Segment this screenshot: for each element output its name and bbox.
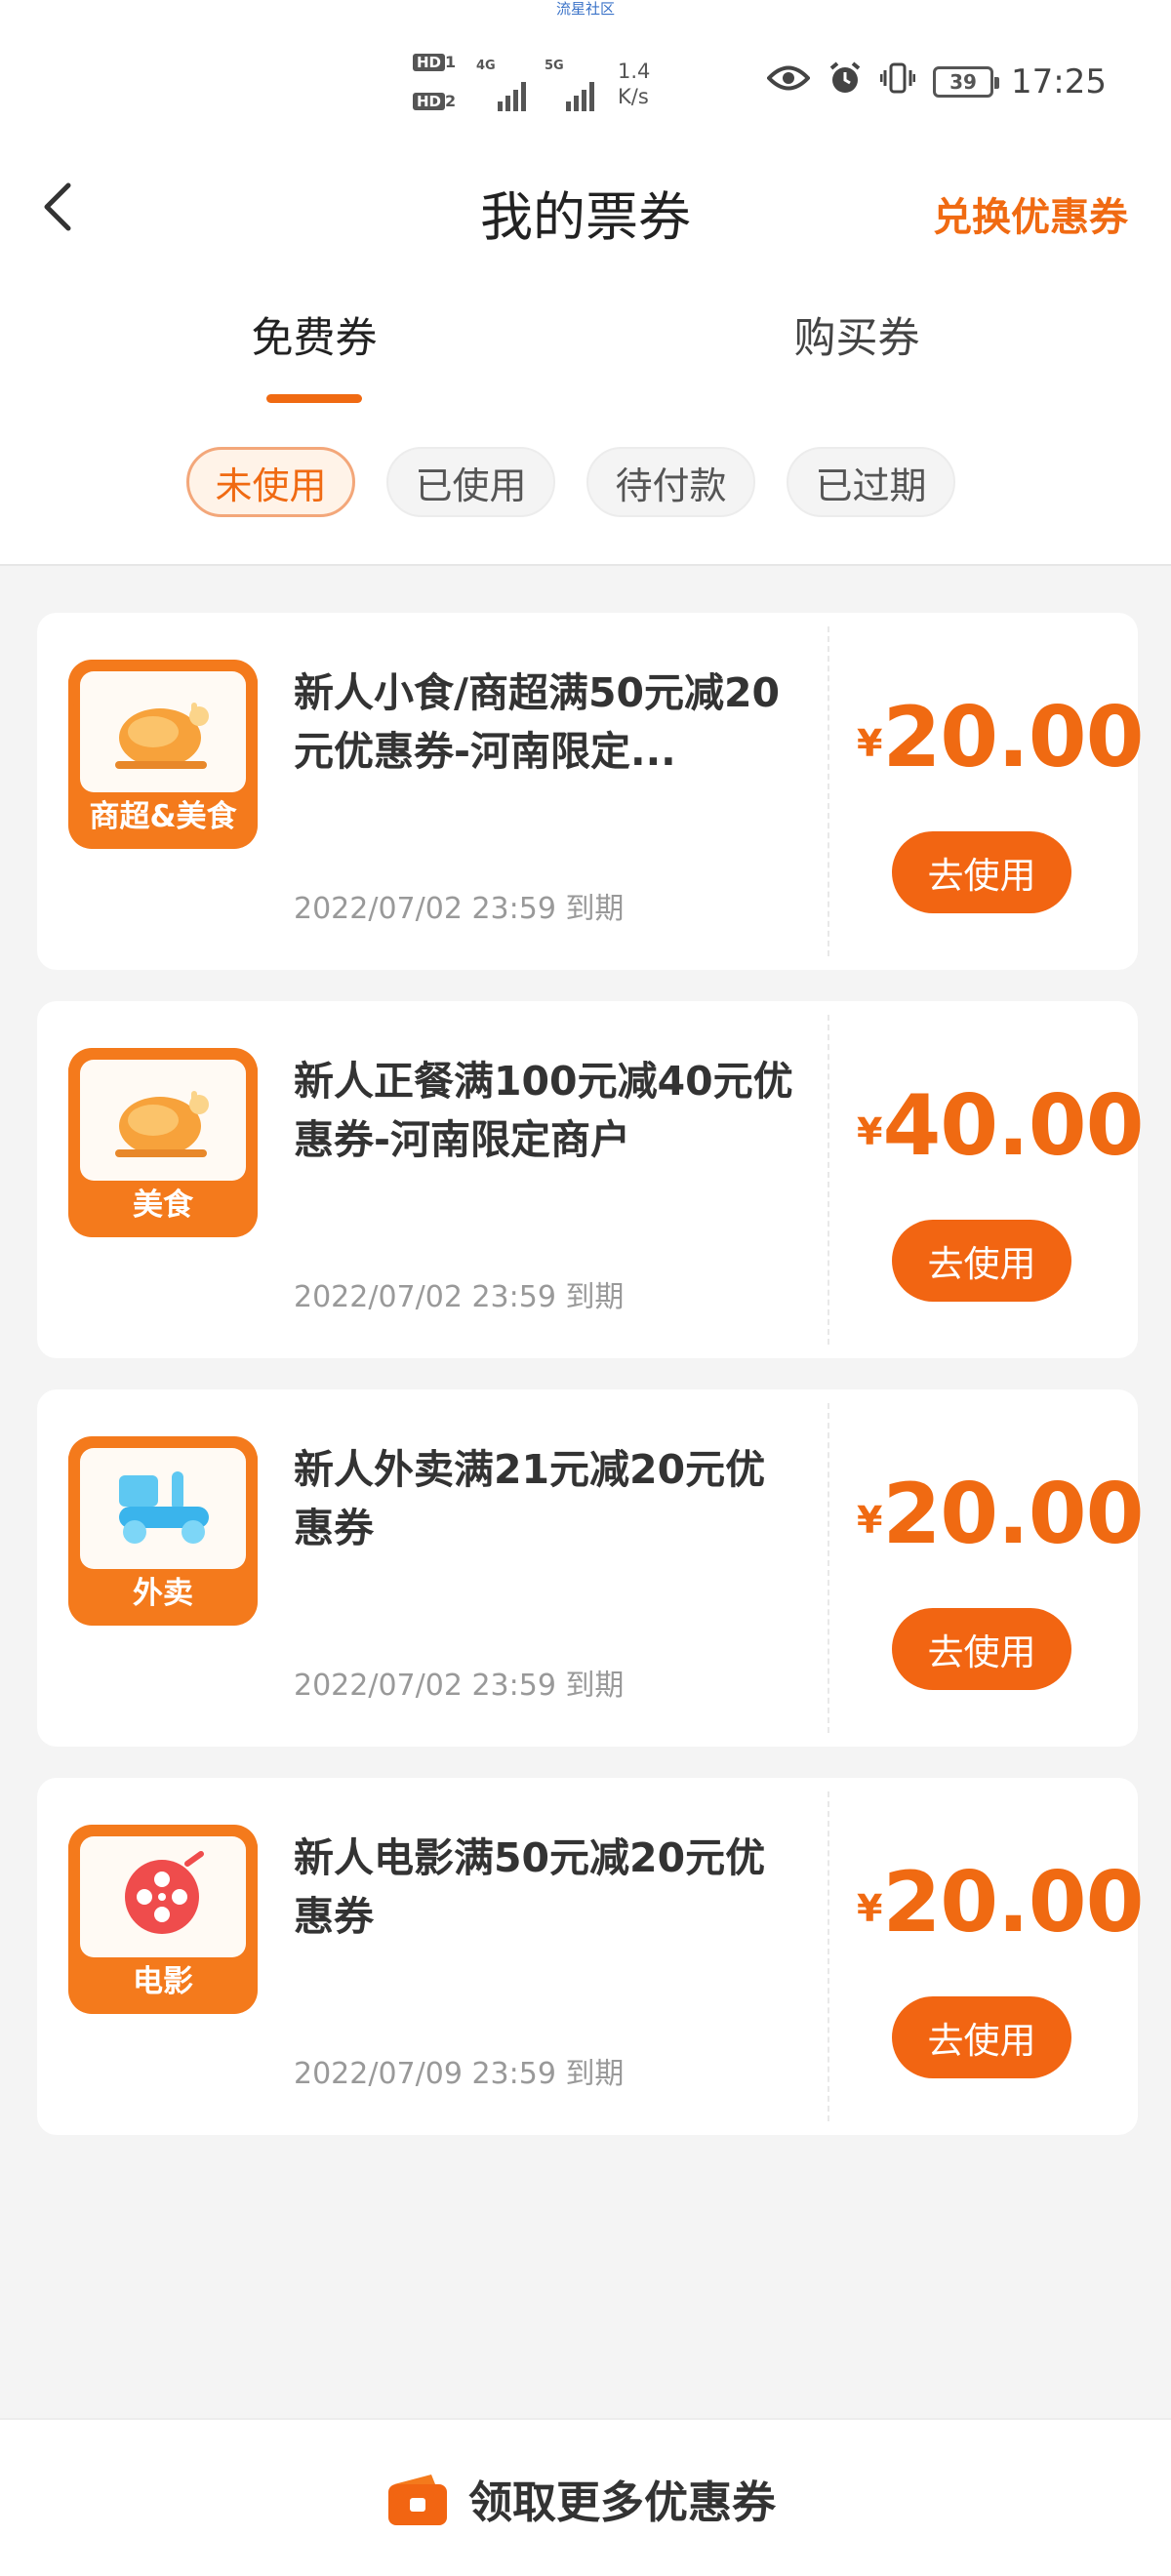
coupon-category-badge: 电影 xyxy=(68,1825,258,2014)
coupon-divider xyxy=(828,1791,829,2121)
coupon-divider xyxy=(828,1015,829,1345)
tab-purchased-coupons[interactable]: 购买券 xyxy=(710,304,1003,365)
coupon-amount: ¥40.00 xyxy=(857,1077,1144,1175)
roast-chicken-icon xyxy=(115,703,209,769)
coupon-title: 新人小食/商超满50元减20元优惠券-河南限定... xyxy=(294,669,781,775)
status-filters: 未使用 已使用 待付款 已过期 xyxy=(0,447,1171,519)
status-bar: HD 1 HD 2 4G 5G 1.4 K/s 39 17:25 xyxy=(0,51,1171,119)
tab-indicator xyxy=(266,394,362,403)
use-coupon-button[interactable]: 去使用 xyxy=(892,1220,1071,1302)
battery-icon: 39 xyxy=(933,66,1000,98)
roast-chicken-icon xyxy=(115,1091,209,1157)
signal-4g-icon: 4G xyxy=(476,59,535,111)
use-coupon-button[interactable]: 去使用 xyxy=(892,1608,1071,1690)
sim1-indicator: HD 1 xyxy=(413,53,469,74)
coupon-category-label: 外卖 xyxy=(133,1576,193,1611)
vibrate-icon xyxy=(879,60,916,103)
coupon-bag-icon xyxy=(388,2474,447,2525)
coupon-category-label: 电影 xyxy=(133,1964,193,1999)
coupon-category-badge: 美食 xyxy=(68,1048,258,1237)
alarm-icon xyxy=(828,60,863,103)
eye-icon xyxy=(766,63,811,101)
filter-unused[interactable]: 未使用 xyxy=(186,447,355,517)
coupon-amount: ¥20.00 xyxy=(857,689,1144,786)
coupon-divider xyxy=(828,626,829,956)
coupon-expiry: 2022/07/02 23:59 到期 xyxy=(294,892,625,926)
coupon-divider xyxy=(828,1403,829,1733)
coupon-expiry: 2022/07/02 23:59 到期 xyxy=(294,1669,625,1703)
tab-bar: 免费券 购买券 xyxy=(0,304,1171,403)
bottom-bar: 领取更多优惠券 xyxy=(0,2418,1171,2576)
get-more-coupons-button[interactable]: 领取更多优惠券 xyxy=(386,2467,776,2530)
coupon-amount: ¥20.00 xyxy=(857,1854,1144,1952)
coupon-title: 新人外卖满21元减20元优惠券 xyxy=(294,1446,766,1551)
coupon-category-badge: 外卖 xyxy=(68,1436,258,1626)
tab-free-coupons[interactable]: 免费券 xyxy=(168,304,461,365)
signal-5g-icon: 5G xyxy=(545,59,603,111)
coupon-category-badge: 商超&美食 xyxy=(68,660,258,849)
scooter-icon xyxy=(119,1471,209,1544)
coupon-category-label: 商超&美食 xyxy=(89,799,237,834)
coupon-expiry: 2022/07/09 23:59 到期 xyxy=(294,2057,625,2091)
coupon-expiry: 2022/07/02 23:59 到期 xyxy=(294,1280,625,1314)
network-speed: 1.4 K/s xyxy=(618,60,651,108)
use-coupon-button[interactable]: 去使用 xyxy=(892,831,1071,913)
coupon-title: 新人电影满50元减20元优惠券 xyxy=(294,1834,766,1940)
get-more-coupons-label: 领取更多优惠券 xyxy=(468,2476,777,2528)
filter-pending-payment[interactable]: 待付款 xyxy=(586,447,755,517)
coupon-card[interactable]: 美食 新人正餐满100元减40元优惠券-河南限定商户 2022/07/02 23… xyxy=(37,1001,1144,1358)
sim2-indicator: HD 2 xyxy=(413,92,469,113)
coupon-category-label: 美食 xyxy=(133,1187,193,1223)
filter-used[interactable]: 已使用 xyxy=(386,447,555,517)
clock: 17:25 xyxy=(1011,62,1107,101)
coupon-amount: ¥20.00 xyxy=(857,1466,1144,1563)
coupon-card[interactable]: 商超&美食 新人小食/商超满50元减20元优惠券-河南限定... 2022/07… xyxy=(37,613,1144,970)
filter-expired[interactable]: 已过期 xyxy=(787,447,955,517)
use-coupon-button[interactable]: 去使用 xyxy=(892,1996,1071,2078)
exchange-coupon-link[interactable]: 兑换优惠券 xyxy=(933,185,1128,242)
film-reel-icon xyxy=(125,1851,204,1934)
coupon-card[interactable]: 外卖 新人外卖满21元减20元优惠券 2022/07/02 23:59 到期 ¥… xyxy=(37,1389,1144,1747)
navigation-bar: 我的票券 兑换优惠券 xyxy=(0,156,1171,263)
status-right: 39 17:25 xyxy=(766,60,1107,103)
coupon-card[interactable]: 电影 新人电影满50元减20元优惠券 2022/07/09 23:59 到期 ¥… xyxy=(37,1778,1144,2135)
coupon-title: 新人正餐满100元减40元优惠券-河南限定商户 xyxy=(294,1058,793,1163)
watermark: 流星社区 xyxy=(555,0,615,18)
